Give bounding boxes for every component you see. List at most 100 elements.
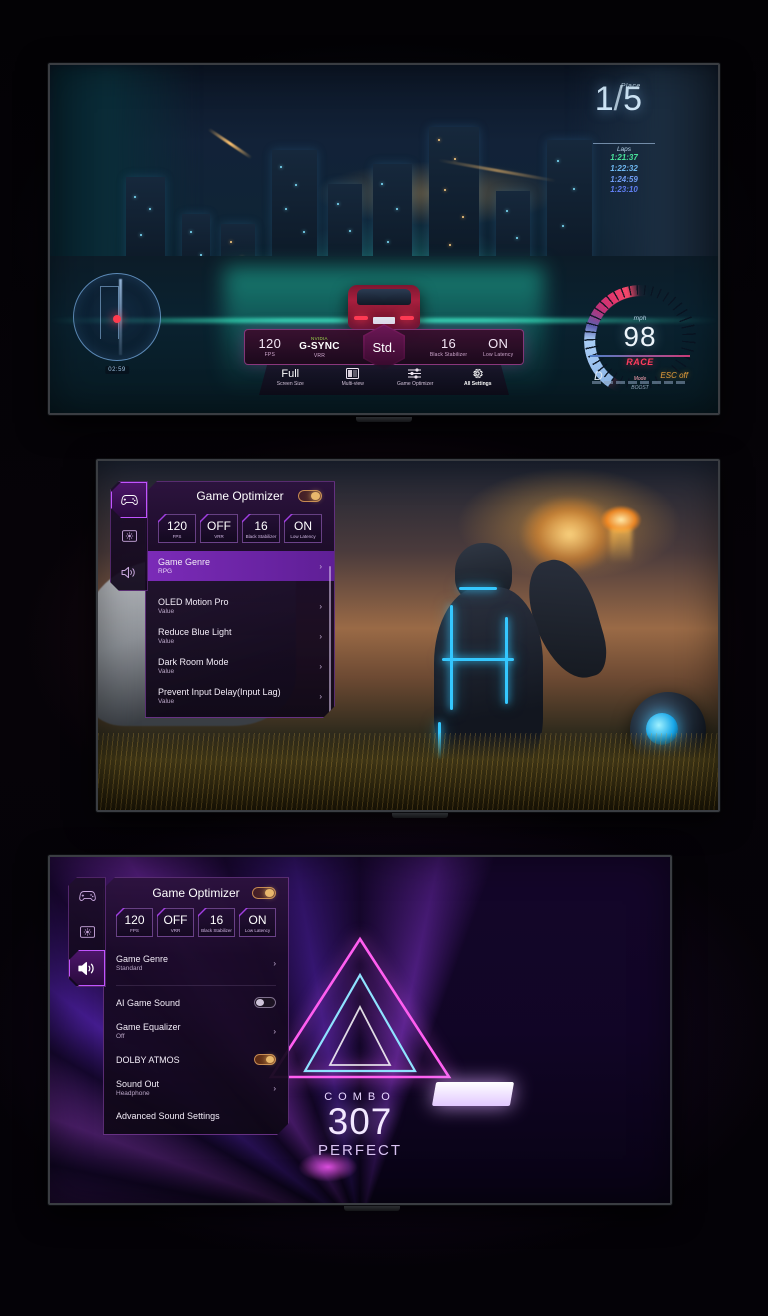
setting-title: Game Genre: [116, 954, 169, 964]
chip-fps[interactable]: 120 FPS: [158, 514, 196, 543]
setting-title: Reduce Blue Light: [158, 627, 232, 637]
optimizer-header: Game Optimizer: [104, 878, 288, 908]
minimap-timer: 02:59: [105, 366, 129, 374]
chip-label: FPS: [130, 928, 139, 933]
chip-value: 120: [124, 913, 145, 927]
setting-row-prevent-input-delay[interactable]: Prevent Input Delay(Input Lag) Value ›: [146, 681, 334, 711]
chip-fps[interactable]: 120 FPS: [116, 908, 153, 937]
menu-label: Game Optimizer: [397, 381, 434, 387]
quickbar-stat-vrr[interactable]: NVIDIA G-SYNC VRR: [295, 336, 345, 359]
picture-mode-selector[interactable]: ‹ Std. ›: [363, 324, 405, 370]
setting-row-advanced-sound-settings[interactable]: Advanced Sound Settings: [104, 1104, 288, 1128]
ai-game-sound-toggle[interactable]: [254, 997, 276, 1008]
setting-title: Prevent Input Delay(Input Lag): [158, 687, 281, 697]
menu-multi-view[interactable]: Multi-view: [323, 367, 383, 387]
chip-value: 16: [254, 519, 268, 533]
chip-label: Black Stabilizer: [245, 534, 277, 539]
chip-vrr[interactable]: OFF VRR: [157, 908, 194, 937]
esc-indicator: ESC off: [660, 371, 688, 380]
setting-row-game-genre[interactable]: Game Genre Standard ›: [104, 947, 288, 979]
setting-row-game-equalizer[interactable]: Game Equalizer Off ›: [104, 1015, 288, 1047]
setting-row-oled-motion-pro[interactable]: OLED Motion Pro Value ›: [146, 591, 334, 621]
setting-row-ai-game-sound[interactable]: AI Game Sound: [104, 990, 288, 1015]
race-position-hud: Place 1/5: [594, 80, 642, 118]
quickbar-stat-fps[interactable]: 120 FPS: [245, 336, 295, 358]
speed-value: 98: [623, 321, 657, 352]
optimizer-master-toggle[interactable]: [298, 490, 322, 502]
race-position: 1: [594, 80, 614, 118]
setting-title: Game Equalizer: [116, 1022, 181, 1032]
game-optimizer-sound-overlay: Game Optimizer 120 FPS OFF VRR 16 Black …: [68, 877, 289, 1135]
chip-value: ON: [248, 913, 267, 927]
setting-value: Value: [158, 698, 175, 705]
tv-stand: [344, 1206, 400, 1211]
dolby-atmos-toggle[interactable]: [254, 1054, 276, 1065]
list-scrollbar[interactable]: [329, 566, 331, 716]
optimizer-settings-list: Game Genre RPG › OLED Motion Pro Value ›…: [146, 551, 334, 717]
gamepad-icon: [79, 890, 96, 902]
stat-label: Low Latency: [483, 352, 514, 358]
menu-game-optimizer[interactable]: Game Optimizer: [385, 367, 445, 387]
setting-row-dolby-atmos[interactable]: DOLBY ATMOS: [104, 1047, 288, 1072]
speaker-icon: [121, 566, 137, 579]
chip-black-stabilizer[interactable]: 16 Black Stabilizer: [198, 908, 235, 937]
chip-black-stabilizer[interactable]: 16 Black Stabilizer: [242, 514, 280, 543]
lap-times-hud: Laps 1:21:37 1:22:32 1:24:59 1:23:10: [593, 143, 655, 196]
setting-title: OLED Motion Pro: [158, 597, 229, 607]
setting-value: Headphone: [116, 1090, 150, 1097]
sliders-icon: [385, 367, 445, 380]
optimizer-tab-rail: [110, 481, 148, 591]
quickbar-stat-low-latency[interactable]: ON Low Latency: [473, 336, 523, 358]
optimizer-tab-rail: [68, 877, 106, 987]
menu-screen-size[interactable]: Full Screen Size: [260, 367, 320, 387]
tab-picture[interactable]: [111, 518, 147, 554]
setting-title: Game Genre: [158, 557, 211, 567]
setting-row-sound-out[interactable]: Sound Out Headphone ›: [104, 1072, 288, 1104]
optimizer-master-toggle[interactable]: [252, 887, 276, 899]
tv-panel-rhythm: COMBO 307 PERFECT Game Optimizer 120 FPS…: [48, 855, 672, 1205]
chip-low-latency[interactable]: ON Low Latency: [239, 908, 276, 937]
stat-label: FPS: [264, 352, 275, 358]
chip-value: OFF: [207, 519, 231, 533]
setting-row-reduce-blue-light[interactable]: Reduce Blue Light Value ›: [146, 621, 334, 651]
setting-row-dark-room-mode[interactable]: Dark Room Mode Value ›: [146, 651, 334, 681]
setting-title: Dark Room Mode: [158, 657, 229, 667]
setting-title: AI Game Sound: [116, 997, 181, 1008]
status-chips: 120 FPS OFF VRR 16 Black Stabilizer ON L…: [146, 510, 334, 543]
stat-label: VRR: [313, 352, 326, 359]
foreground-grass: [98, 733, 718, 810]
stat-value: 120: [258, 336, 282, 351]
minimap-track: [99, 286, 119, 340]
chevron-right-icon: ›: [319, 601, 322, 611]
tab-sound[interactable]: [69, 950, 105, 986]
setting-value: Value: [158, 638, 175, 645]
chip-vrr[interactable]: OFF VRR: [200, 514, 238, 543]
chevron-right-icon: ›: [319, 661, 322, 671]
optimizer-title: Game Optimizer: [196, 489, 284, 503]
optimizer-panel: Game Optimizer 120 FPS OFF VRR 16 Black …: [103, 877, 289, 1135]
gear-icon: [448, 367, 508, 380]
setting-row-game-genre[interactable]: Game Genre RPG ›: [146, 551, 334, 581]
chip-low-latency[interactable]: ON Low Latency: [284, 514, 322, 543]
setting-title: DOLBY ATMOS: [116, 1054, 180, 1065]
menu-all-settings[interactable]: All Settings: [448, 367, 508, 387]
tab-picture[interactable]: [69, 914, 105, 950]
setting-value: Off: [116, 1033, 125, 1040]
tab-sound[interactable]: [111, 554, 147, 590]
tab-game[interactable]: [111, 482, 147, 518]
lap-time: 1:21:37: [610, 153, 638, 162]
chevron-right-icon: ›: [273, 958, 276, 968]
chip-value: ON: [294, 519, 312, 533]
display-icon: [122, 530, 137, 542]
multiview-icon: [323, 367, 383, 380]
combo-hud: COMBO 307 PERFECT: [318, 1091, 402, 1159]
chip-value: 16: [209, 913, 224, 927]
lap-time: 1:23:10: [610, 185, 638, 195]
chevron-right-icon: ›: [319, 561, 322, 571]
boost-label: BOOST: [631, 385, 649, 391]
tab-game[interactable]: [69, 878, 105, 914]
setting-value: RPG: [158, 568, 173, 575]
quickbar-stat-black-stabilizer[interactable]: 16 Black Stabilizer: [424, 336, 474, 358]
player-car: [348, 285, 420, 330]
combo-value: 307: [327, 1101, 393, 1143]
